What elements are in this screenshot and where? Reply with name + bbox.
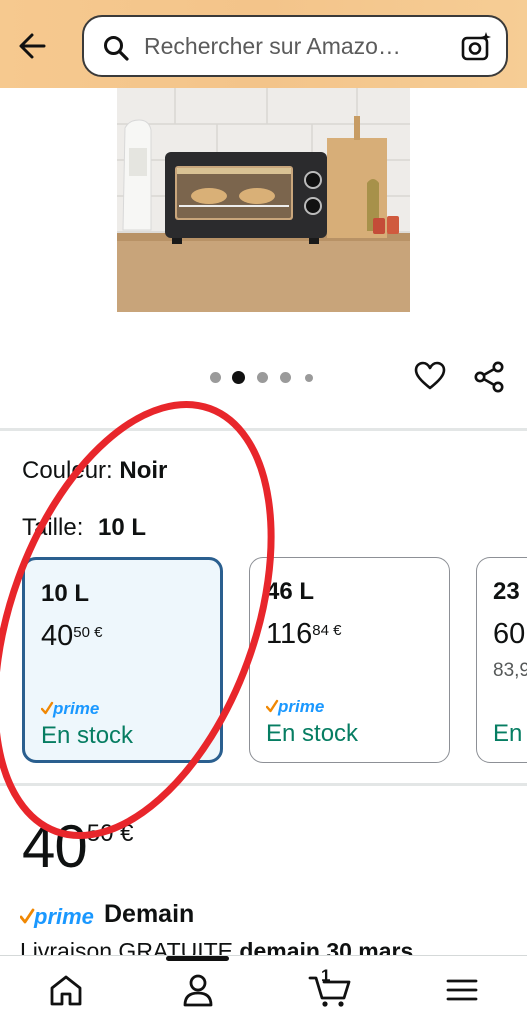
size-option-price: 4050 € [41, 620, 103, 652]
pagination-dot[interactable] [280, 372, 291, 383]
cart-count-badge: 1 [321, 966, 331, 985]
person-icon[interactable] [178, 970, 218, 1010]
cart-button[interactable]: 1 [308, 966, 354, 1010]
prime-logo-icon: prime [41, 699, 99, 718]
size-selection: Taille: 10 L [22, 514, 146, 542]
size-value: 10 L [98, 514, 147, 541]
svg-text:prime: prime [33, 904, 94, 928]
pagination-dot[interactable] [257, 372, 268, 383]
divider [0, 783, 527, 786]
size-option-price: 60 [493, 618, 526, 650]
size-option-label: 46 L [266, 578, 315, 605]
size-option-10l[interactable]: 10 L 4050 € prime En stock [22, 557, 223, 763]
cart-icon [308, 976, 351, 1007]
list-price: 83,9 [493, 660, 527, 681]
stock-status: En [493, 720, 523, 747]
color-label: Couleur: [22, 457, 113, 484]
size-option-label: 10 L [41, 580, 90, 607]
search-bar[interactable]: Rechercher sur Amazo… [82, 15, 508, 77]
hamburger-menu-icon[interactable] [442, 970, 482, 1010]
active-tab-indicator [166, 956, 229, 961]
delivery-day: Demain [104, 900, 195, 928]
search-input[interactable]: Rechercher sur Amazo… [144, 33, 401, 60]
size-option-23l[interactable]: 23 60 83,9 En [476, 557, 527, 763]
stock-status: En stock [266, 720, 359, 747]
toaster-oven-photo [117, 88, 410, 312]
heart-icon[interactable] [414, 360, 446, 392]
camera-search-icon[interactable] [460, 31, 492, 63]
size-label: Taille: [22, 514, 84, 541]
size-option-label: 23 [493, 578, 520, 605]
pagination-dot[interactable] [210, 372, 221, 383]
product-image[interactable] [117, 88, 410, 312]
size-option-price: 11684 € [266, 618, 342, 650]
svg-text:prime: prime [277, 697, 324, 716]
svg-text:prime: prime [52, 699, 99, 718]
back-arrow-icon[interactable] [14, 26, 54, 66]
share-icon[interactable] [472, 360, 506, 394]
prime-logo-icon: prime [266, 697, 324, 716]
home-icon[interactable] [46, 970, 86, 1010]
prime-logo-icon: prime [20, 904, 94, 928]
color-selection: Couleur: Noir [22, 457, 167, 485]
product-price: 4050 € [22, 813, 134, 880]
divider [0, 428, 527, 431]
size-option-46l[interactable]: 46 L 11684 € prime En stock [249, 557, 450, 763]
color-value: Noir [119, 457, 168, 484]
top-header: Rechercher sur Amazo… [0, 0, 527, 88]
pagination-dot-active[interactable] [232, 371, 245, 384]
bottom-navigation: 1 [0, 955, 527, 1025]
pagination-dot[interactable] [305, 374, 313, 382]
stock-status: En stock [41, 722, 134, 749]
search-icon [104, 36, 129, 61]
